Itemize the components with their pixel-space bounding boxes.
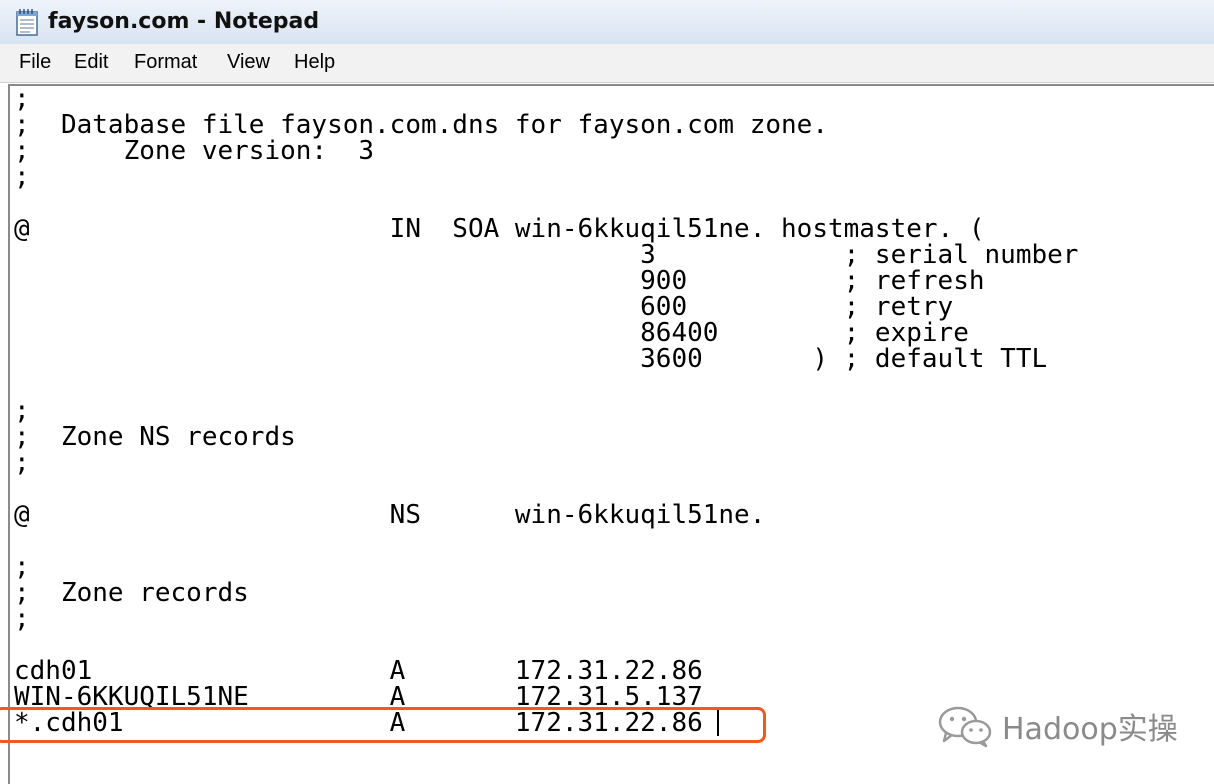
menu-help[interactable]: Help — [294, 51, 335, 74]
watermark-text: Hadoop实操 — [1002, 712, 1178, 747]
highlight-box — [0, 707, 766, 743]
menu-format[interactable]: Format — [134, 51, 197, 74]
text-line: ; Zone version: 3 — [14, 136, 375, 166]
watermark: Hadoop实操 — [936, 704, 1178, 748]
menu-file[interactable]: File — [19, 51, 51, 74]
text-line: ; — [14, 604, 30, 634]
wechat-icon — [938, 706, 992, 748]
text-line: ; — [14, 448, 30, 478]
text-line: ; — [14, 162, 30, 192]
text-line: ; Zone NS records — [14, 422, 296, 452]
editor-content[interactable]: ; ; Database file fayson.com.dns for fay… — [14, 86, 1078, 736]
title-bar: fayson.com - Notepad — [0, 0, 1214, 45]
window-title: fayson.com - Notepad — [48, 9, 320, 34]
menu-bar: File Edit Format View Help — [0, 44, 1214, 83]
text-line: ; Zone records — [14, 578, 249, 608]
notepad-icon — [16, 9, 38, 36]
menu-edit[interactable]: Edit — [74, 51, 108, 74]
text-line: 3600 ) ; default TTL — [14, 344, 1048, 374]
text-line: @ NS win-6kkuqil51ne. — [14, 500, 766, 530]
menu-view[interactable]: View — [227, 51, 270, 74]
